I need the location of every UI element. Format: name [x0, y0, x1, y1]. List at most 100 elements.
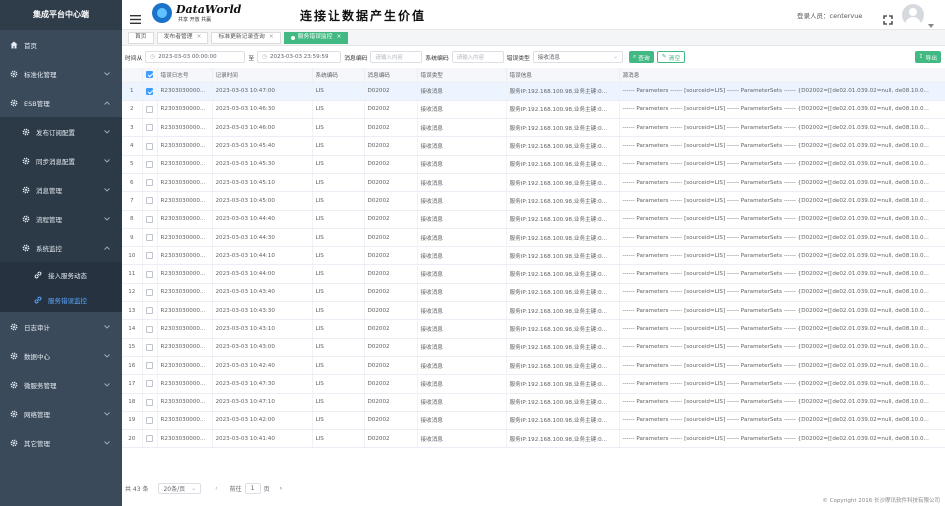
sidebar-item-4[interactable]: 同步消息配置: [0, 146, 122, 175]
sidebar-item-14[interactable]: 其它管理: [0, 428, 122, 457]
close-icon[interactable]: ×: [337, 32, 342, 43]
cell-time: 2023-03-03 10:47:00: [212, 82, 313, 101]
table-row[interactable]: 11 R2303030000... 2023-03-03 10:44:00 LIS D0…: [122, 264, 945, 284]
msg-code-input[interactable]: 请输入内容: [370, 51, 423, 63]
next-page-icon[interactable]: ›: [280, 485, 282, 492]
cell-type: 接收消息: [417, 191, 507, 211]
cell-time: 2023-03-03 10:44:00: [212, 264, 313, 284]
sidebar-item-9[interactable]: 服务错误监控: [0, 287, 122, 312]
row-checkbox[interactable]: [142, 393, 158, 412]
end-time-input[interactable]: ◷ 2023-03-03 23:59:59: [257, 51, 342, 63]
table-row[interactable]: 14 R2303030000... 2023-03-03 10:43:10 LIS D0…: [122, 319, 945, 339]
table-row[interactable]: 13 R2303030000... 2023-03-03 10:43:30 LIS D0…: [122, 301, 945, 321]
table-row[interactable]: 5 R2303030000... 2023-03-03 10:45:30 LIS D02…: [122, 155, 945, 174]
row-checkbox[interactable]: [142, 100, 158, 120]
filter-bar: 时间从 ◷ 2023-03-03 00:00:00 至 ◷ 2023-03-03…: [122, 48, 945, 66]
prev-page-icon[interactable]: ‹: [215, 485, 217, 492]
table-row[interactable]: 9 R2303030000... 2023-03-03 10:44:30 LIS D02…: [122, 228, 945, 248]
row-checkbox[interactable]: [142, 429, 158, 448]
fullscreen-icon[interactable]: [883, 10, 893, 29]
table-row[interactable]: 17 R2303030000... 2023-03-03 10:47:30 LIS D0…: [122, 374, 945, 394]
row-checkbox[interactable]: [142, 118, 158, 138]
row-checkbox[interactable]: [142, 264, 158, 284]
column-header[interactable]: 源消息: [619, 68, 945, 83]
sidebar-item-1[interactable]: 标准化管理: [0, 59, 122, 88]
sidebar-item-2[interactable]: ESB管理: [0, 88, 122, 117]
sidebar-brand: 集成平台中心端: [0, 0, 122, 30]
sidebar-item-5[interactable]: 消息管理: [0, 175, 122, 204]
table-row[interactable]: 1 R2303030000... 2023-03-03 10:47:00 LIS D02…: [122, 82, 945, 101]
table-row[interactable]: 10 R2303030000... 2023-03-03 10:44:10 LIS D0…: [122, 246, 945, 266]
table-row[interactable]: 6 R2303030000... 2023-03-03 10:45:10 LIS D02…: [122, 173, 945, 193]
clear-button[interactable]: ✎ 清空: [656, 51, 686, 63]
cell-time: 2023-03-03 10:45:40: [212, 136, 313, 156]
row-checkbox[interactable]: [142, 411, 158, 431]
sys-code-input[interactable]: 请输入内容: [451, 51, 504, 63]
table-row[interactable]: 20 R2303030000... 2023-03-03 10:41:40 LIS D0…: [122, 429, 945, 448]
sidebar-item-3[interactable]: 发布订阅配置: [0, 117, 122, 146]
sidebar-item-7[interactable]: 系统监控: [0, 233, 122, 262]
sidebar-item-10[interactable]: 日志审计: [0, 312, 122, 341]
menu-toggle-icon[interactable]: [130, 9, 141, 28]
err-type-select[interactable]: 接收消息 ⌄: [532, 51, 623, 63]
sidebar-item-8[interactable]: 接入服务动态: [0, 262, 122, 287]
tab-3[interactable]: 服务错误监控 ×: [283, 31, 349, 44]
table-row[interactable]: 18 R2303030000... 2023-03-03 10:47:10 LIS D0…: [122, 393, 945, 412]
table-row[interactable]: 7 R2303030000... 2023-03-03 10:45:00 LIS D02…: [122, 191, 945, 211]
close-icon[interactable]: ×: [269, 32, 274, 43]
sidebar-item-0[interactable]: 首页: [0, 30, 122, 59]
table-row[interactable]: 4 R2303030000... 2023-03-03 10:45:40 LIS D02…: [122, 136, 945, 156]
start-time-input[interactable]: ◷ 2023-03-03 00:00:00: [145, 51, 246, 63]
column-header[interactable]: 错误日志号: [157, 68, 213, 83]
export-button[interactable]: ⇪ 导出: [914, 51, 941, 63]
table-row[interactable]: 2 R2303030000... 2023-03-03 10:46:30 LIS D02…: [122, 100, 945, 120]
row-checkbox[interactable]: [142, 155, 158, 174]
table-row[interactable]: 3 R2303030000... 2023-03-03 10:46:00 LIS D02…: [122, 118, 945, 138]
row-index: 13: [122, 301, 143, 321]
query-button[interactable]: ⌕ 查询: [628, 51, 654, 63]
row-checkbox[interactable]: [142, 356, 158, 376]
column-header[interactable]: 错误信息: [506, 68, 620, 83]
sidebar-item-6[interactable]: 流程管理: [0, 204, 122, 233]
row-index: 1: [122, 82, 143, 101]
page-number-input[interactable]: 1: [244, 482, 261, 494]
column-header[interactable]: 错误类型: [417, 68, 507, 83]
sidebar-item-label: 网络管理: [24, 410, 50, 419]
select-all-checkbox[interactable]: [142, 68, 158, 83]
row-checkbox[interactable]: [142, 82, 158, 101]
row-checkbox[interactable]: [142, 173, 158, 193]
home-icon: [10, 41, 18, 49]
row-checkbox[interactable]: [142, 191, 158, 211]
table-header: 错误日志号 记录时间 系统编码 消息编码 错误类型 错误信息 源消息: [122, 68, 945, 83]
column-header[interactable]: 系统编码: [312, 68, 365, 83]
row-checkbox[interactable]: [142, 246, 158, 266]
user-label: 登录人员：centervue: [797, 12, 863, 20]
sidebar-item-12[interactable]: 微服务管理: [0, 370, 122, 399]
tab-0[interactable]: 首页: [128, 31, 154, 44]
start-time-value: 2023-03-03 00:00:00: [158, 54, 217, 60]
row-checkbox[interactable]: [142, 228, 158, 248]
sidebar-item-13[interactable]: 网络管理: [0, 399, 122, 428]
avatar[interactable]: [902, 4, 924, 26]
row-checkbox[interactable]: [142, 136, 158, 156]
row-checkbox[interactable]: [142, 319, 158, 339]
row-checkbox[interactable]: [142, 338, 158, 357]
page-size-select[interactable]: 20条/页 ⌄: [158, 482, 202, 494]
row-checkbox[interactable]: [142, 283, 158, 303]
sidebar-item-11[interactable]: 数据中心: [0, 341, 122, 370]
tab-1[interactable]: 发布者管理 ×: [156, 31, 209, 44]
tab-2[interactable]: 标准更新记录查询 ×: [211, 31, 281, 44]
row-checkbox[interactable]: [142, 374, 158, 394]
table-row[interactable]: 8 R2303030000... 2023-03-03 10:44:40 LIS D02…: [122, 210, 945, 229]
table-row[interactable]: 19 R2303030000... 2023-03-03 10:42:00 LIS D0…: [122, 411, 945, 431]
chevron-down-icon: [104, 410, 110, 418]
sidebar-item-label: 接入服务动态: [48, 271, 87, 280]
table-row[interactable]: 15 R2303030000... 2023-03-03 10:43:00 LIS D0…: [122, 338, 945, 357]
column-header[interactable]: 记录时间: [212, 68, 313, 83]
row-checkbox[interactable]: [142, 210, 158, 229]
column-header[interactable]: 消息编码: [364, 68, 418, 83]
table-row[interactable]: 12 R2303030000... 2023-03-03 10:43:40 LIS D0…: [122, 283, 945, 303]
close-icon[interactable]: ×: [197, 32, 202, 43]
table-row[interactable]: 16 R2303030000... 2023-03-03 10:42:40 LIS D0…: [122, 356, 945, 376]
row-checkbox[interactable]: [142, 301, 158, 321]
